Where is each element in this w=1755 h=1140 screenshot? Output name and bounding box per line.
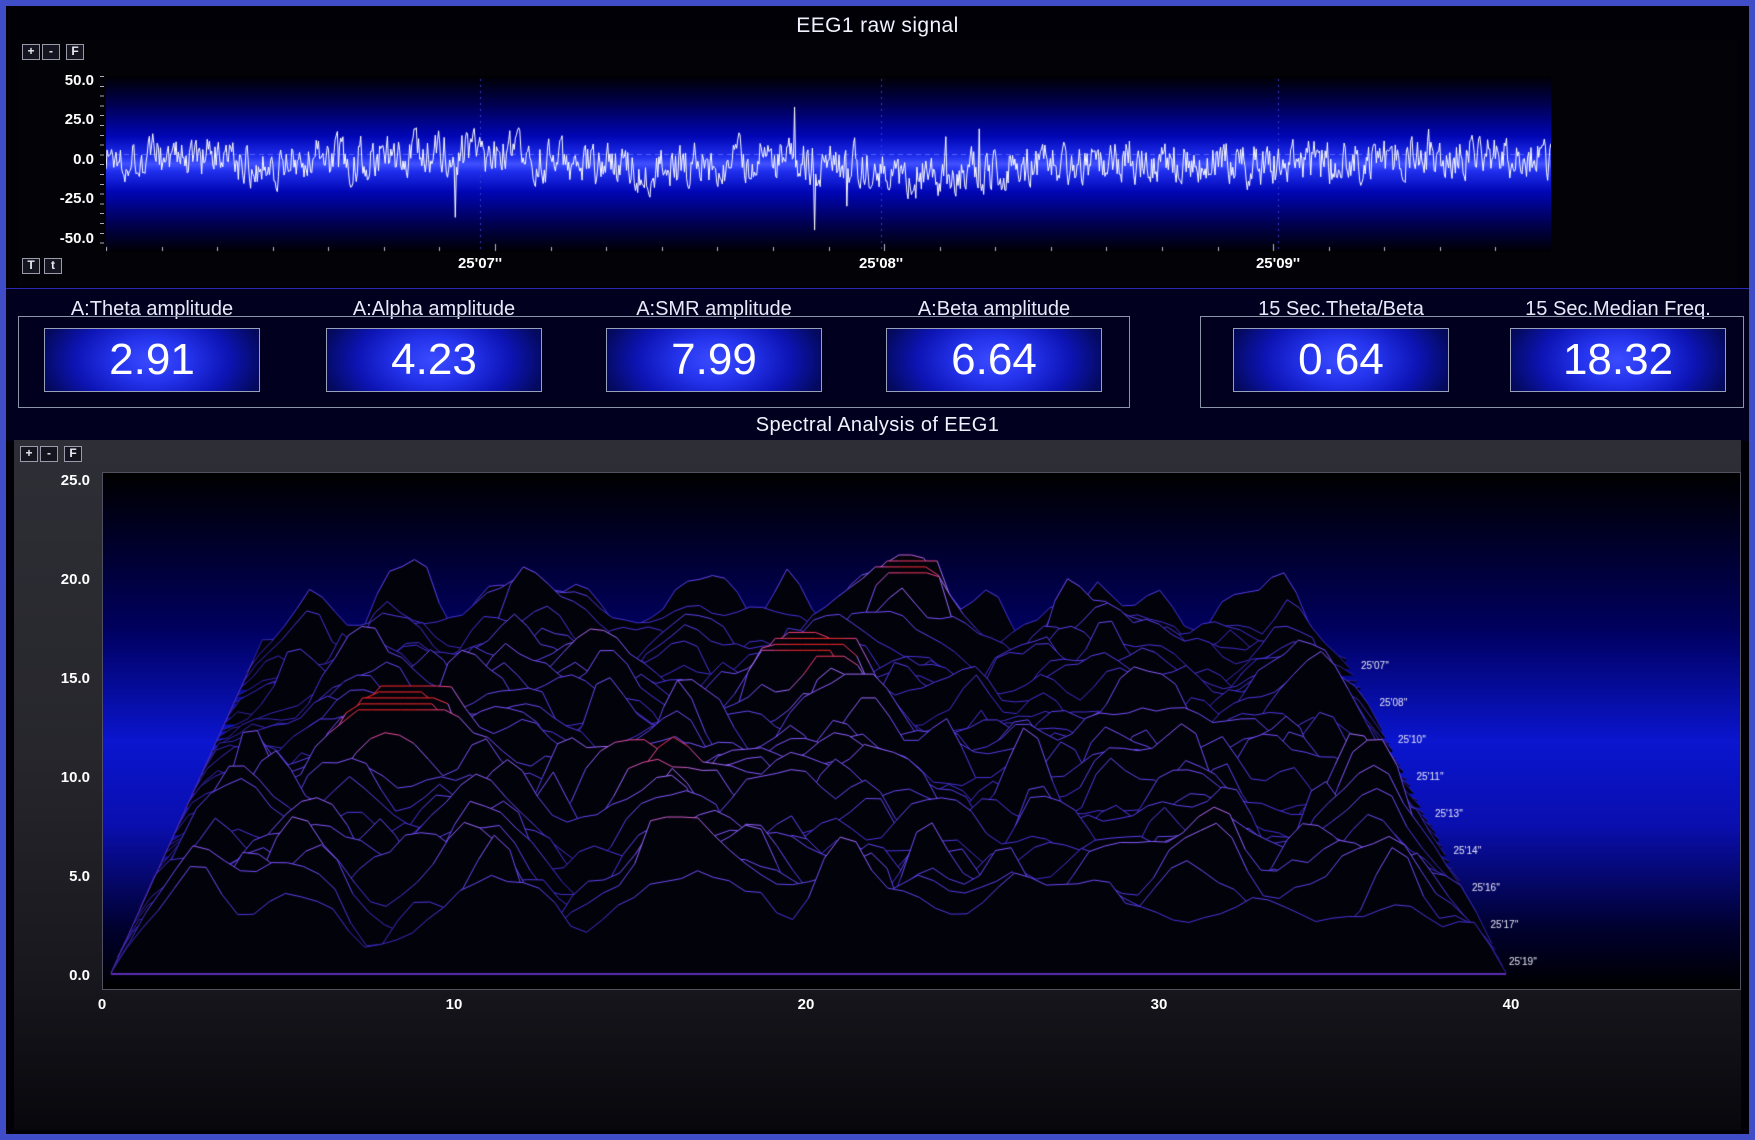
y-tick-label: 15.0 <box>36 670 90 687</box>
full-scale-button[interactable]: F <box>64 446 82 462</box>
y-tick-label: -25.0 <box>38 190 94 207</box>
time-scale-button[interactable]: t <box>44 258 62 274</box>
metric-value-beta: 6.64 <box>886 328 1102 392</box>
y-tick-label: 5.0 <box>36 868 90 885</box>
y-tick-label: 50.0 <box>38 72 94 89</box>
y-tick-label: 20.0 <box>36 571 90 588</box>
raw-signal-chart: + - F 50.0 25.0 0.0 -25.0 -50.0 25'07'' … <box>18 40 1737 286</box>
y-tick-label: 0.0 <box>36 967 90 984</box>
raw-signal-plot[interactable] <box>106 76 1551 252</box>
eeg-monitor-window: EEG1 raw signal + - F 50.0 25.0 0.0 -25.… <box>0 0 1755 1140</box>
spectral-title: Spectral Analysis of EEG1 <box>6 414 1749 437</box>
x-tick-label: 10 <box>429 996 479 1013</box>
y-tick-label: 0.0 <box>38 151 94 168</box>
x-tick-label: 25'09'' <box>1233 255 1323 272</box>
full-scale-button[interactable]: F <box>66 44 84 60</box>
y-tick-label: 10.0 <box>36 769 90 786</box>
zoom-in-button[interactable]: + <box>22 44 40 60</box>
spectral-analysis-chart: + - F 25.0 20.0 15.0 10.0 5.0 0.0 0 10 2… <box>14 440 1741 1130</box>
metric-value-theta-beta: 0.64 <box>1233 328 1449 392</box>
metric-value-theta: 2.91 <box>44 328 260 392</box>
y-tick-label: 25.0 <box>38 111 94 128</box>
zoom-out-button[interactable]: - <box>42 44 60 60</box>
zoom-out-button[interactable]: - <box>40 446 58 462</box>
metric-value-alpha: 4.23 <box>326 328 542 392</box>
spectral-waterfall-plot[interactable] <box>102 472 1741 990</box>
y-axis-ticks <box>100 76 104 252</box>
raw-signal-title: EEG1 raw signal <box>6 14 1749 38</box>
x-tick-label: 30 <box>1134 996 1184 1013</box>
x-tick-label: 25'07'' <box>435 255 525 272</box>
metric-value-median-freq: 18.32 <box>1510 328 1726 392</box>
y-tick-label: 25.0 <box>36 472 90 489</box>
y-tick-label: -50.0 <box>38 230 94 247</box>
x-tick-label: 20 <box>781 996 831 1013</box>
time-mode-button[interactable]: T <box>22 258 40 274</box>
x-tick-label: 25'08'' <box>836 255 926 272</box>
x-tick-label: 40 <box>1486 996 1536 1013</box>
metric-value-smr: 7.99 <box>606 328 822 392</box>
x-tick-label: 0 <box>77 996 127 1013</box>
zoom-in-button[interactable]: + <box>20 446 38 462</box>
